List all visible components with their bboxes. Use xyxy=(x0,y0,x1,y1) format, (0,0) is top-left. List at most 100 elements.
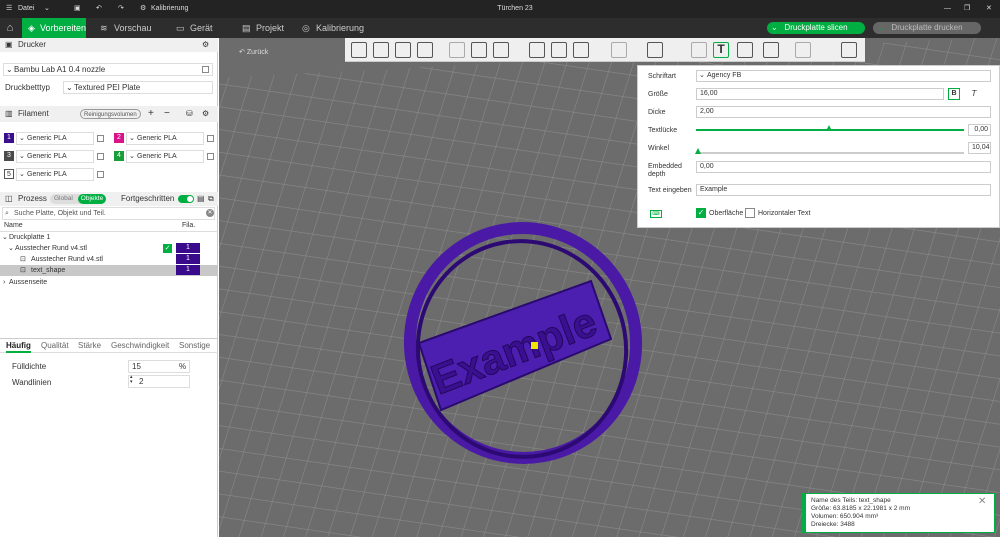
tree-row-part[interactable]: ⊡ Ausstecher Rund v4.stl 1 xyxy=(0,254,218,265)
split-objects-icon[interactable] xyxy=(449,42,465,58)
clear-icon[interactable]: ✕ xyxy=(206,209,214,217)
close-icon[interactable]: ✕ xyxy=(978,497,986,507)
object-search-input[interactable]: ⌕ Suche Platte, Objekt und Teil. ✕ xyxy=(2,207,215,220)
stepper-arrows-icon[interactable]: ▴ ▾ xyxy=(130,375,133,385)
edit-icon[interactable] xyxy=(97,153,104,160)
measure-icon[interactable] xyxy=(763,42,779,58)
gap-slider-thumb[interactable] xyxy=(826,125,832,131)
settings-tab-strength[interactable]: Stärke xyxy=(78,339,101,353)
grid-icon[interactable] xyxy=(373,42,389,58)
toggle-global[interactable]: Global xyxy=(54,194,73,204)
gap-slider[interactable] xyxy=(696,125,964,131)
layers-icon[interactable] xyxy=(493,42,509,58)
arrange-view-icon[interactable] xyxy=(841,42,857,58)
font-select[interactable]: ⌄ Agency FB xyxy=(696,70,991,82)
filament-slot-3-select[interactable]: ⌄ Generic PLA xyxy=(16,150,94,163)
horizontal-text-checkbox[interactable] xyxy=(745,208,755,218)
split-parts-icon[interactable] xyxy=(471,42,487,58)
settings-tab-speed[interactable]: Geschwindigkeit xyxy=(111,339,169,353)
text-tool-icon[interactable]: T xyxy=(713,42,729,58)
filament-slot-4-select[interactable]: ⌄ Generic PLA xyxy=(126,150,204,163)
edit-icon[interactable] xyxy=(202,66,209,73)
settings-tab-common[interactable]: Häufig xyxy=(6,339,31,353)
angle-input[interactable]: 10,04 xyxy=(968,142,991,154)
filament-slot-2-select[interactable]: ⌄ Generic PLA xyxy=(126,132,204,145)
edit-icon[interactable] xyxy=(97,171,104,178)
filament-number[interactable]: 1 xyxy=(176,243,200,253)
remove-icon[interactable]: − xyxy=(164,106,170,122)
compare-icon[interactable]: ▤ xyxy=(197,192,205,206)
edit-icon[interactable] xyxy=(207,153,214,160)
back-button[interactable]: ↶ Zurück xyxy=(239,48,268,56)
filament-slot-1-select[interactable]: ⌄ Generic PLA xyxy=(16,132,94,145)
chevron-right-icon[interactable]: › xyxy=(3,277,5,288)
chevron-down-icon[interactable]: ⌄ xyxy=(877,22,884,34)
tab-calibration[interactable]: ◎ Kalibrierung xyxy=(302,18,372,38)
filament-slot-5-swatch[interactable]: 5 xyxy=(4,169,14,179)
infill-input[interactable]: 15 % xyxy=(128,360,190,373)
add-icon[interactable]: + xyxy=(148,106,154,122)
gap-input[interactable]: 0,00 xyxy=(968,124,991,136)
scale-icon[interactable] xyxy=(573,42,589,58)
ams-icon[interactable]: ⛁ xyxy=(186,106,193,122)
angle-slider[interactable] xyxy=(695,148,964,154)
edit-icon[interactable] xyxy=(207,135,214,142)
settings-tab-others[interactable]: Sonstige xyxy=(179,339,210,353)
advanced-toggle[interactable] xyxy=(178,195,194,203)
embedded-depth-input[interactable]: 0,00 xyxy=(696,161,991,173)
tree-row-plate[interactable]: ⌄ Druckplatte 1 xyxy=(0,232,218,243)
assembly-icon[interactable] xyxy=(795,42,811,58)
slice-button[interactable]: ⌄ Druckplatte slicen xyxy=(767,22,865,34)
tab-prepare[interactable]: ◈ Vorbereiten xyxy=(22,18,86,38)
italic-button[interactable]: T xyxy=(968,88,980,100)
arrange-icon[interactable] xyxy=(417,42,433,58)
lay-on-face-icon[interactable] xyxy=(611,42,627,58)
calibration-menu[interactable]: Kalibrierung xyxy=(151,0,188,18)
add-object-icon[interactable] xyxy=(351,42,367,58)
printer-select[interactable]: ⌄ Bambu Lab A1 0.4 nozzle xyxy=(3,63,213,76)
save-icon[interactable]: ▣ xyxy=(74,0,81,18)
tab-preview[interactable]: ≋ Vorschau xyxy=(100,18,160,38)
chevron-down-icon[interactable]: ⌄ xyxy=(2,232,8,243)
toggle-objects[interactable]: Objekte xyxy=(78,194,106,204)
global-objects-toggle[interactable]: Global Objekte xyxy=(50,194,106,204)
filament-slot-4-swatch[interactable]: 4 xyxy=(114,151,124,161)
save-preset-icon[interactable]: ⧉ xyxy=(208,192,214,206)
tree-row-object[interactable]: ⌄ Ausstecher Rund v4.stl ✓ 1 xyxy=(0,243,218,254)
hamburger-icon[interactable]: ☰ xyxy=(6,0,12,18)
chevron-down-icon[interactable]: ⌄ xyxy=(44,0,50,18)
restore-icon[interactable]: ❐ xyxy=(964,0,970,18)
tab-device[interactable]: ▭ Gerät xyxy=(176,18,216,38)
keyboard-icon[interactable]: ⌨ xyxy=(650,210,662,218)
angle-slider-thumb[interactable] xyxy=(695,148,701,154)
size-input[interactable]: 16,00 xyxy=(696,88,944,100)
filament-slot-1-swatch[interactable]: 1 xyxy=(4,133,14,143)
filament-slot-3-swatch[interactable]: 3 xyxy=(4,151,14,161)
walls-stepper[interactable]: ▴ ▾ 2 xyxy=(128,375,190,388)
filament-number[interactable]: 1 xyxy=(176,254,200,264)
print-button[interactable]: ⌄ Druckplatte drucken xyxy=(873,22,981,34)
settings-icon[interactable]: ⚙ xyxy=(202,106,209,122)
mesh-boolean-icon[interactable] xyxy=(691,42,707,58)
move-icon[interactable] xyxy=(529,42,545,58)
flush-volume-button[interactable]: Reinigungsvolumen xyxy=(80,109,141,119)
close-icon[interactable]: ✕ xyxy=(986,0,992,18)
edit-icon[interactable] xyxy=(97,135,104,142)
rotate-icon[interactable] xyxy=(551,42,567,58)
surface-checkbox[interactable]: ✓ xyxy=(696,208,706,218)
thickness-input[interactable]: 2,00 xyxy=(696,106,991,118)
undo-icon[interactable]: ↶ xyxy=(96,0,102,18)
minimize-icon[interactable]: — xyxy=(944,0,951,18)
filament-slot-2-swatch[interactable]: 2 xyxy=(114,133,124,143)
cut-icon[interactable] xyxy=(647,42,663,58)
tree-row-outside[interactable]: › Aussenseite xyxy=(0,277,218,288)
checkbox-icon[interactable]: ✓ xyxy=(163,244,172,253)
tree-row-text-shape[interactable]: ⊡ text_shape 1 xyxy=(0,265,218,276)
paint-icon[interactable] xyxy=(737,42,753,58)
bold-button[interactable]: B xyxy=(948,88,960,100)
chevron-down-icon[interactable]: ⌄ xyxy=(8,243,14,254)
file-menu[interactable]: Datei xyxy=(18,0,34,18)
home-icon[interactable]: ⌂ xyxy=(0,18,20,38)
filament-number[interactable]: 1 xyxy=(176,265,200,275)
tab-project[interactable]: ▤ Projekt xyxy=(242,18,292,38)
